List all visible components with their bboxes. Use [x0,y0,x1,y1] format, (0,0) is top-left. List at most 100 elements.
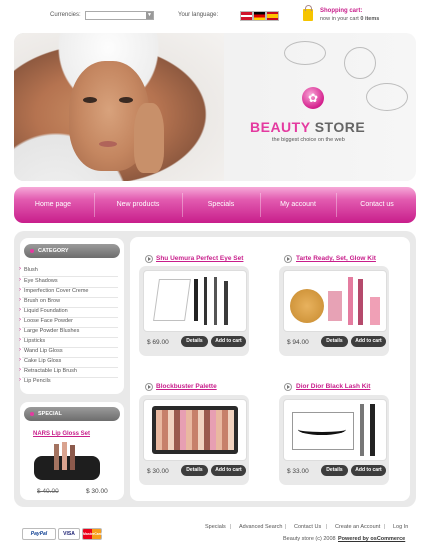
product-price: $ 94.00 [287,339,309,346]
add-to-cart-button[interactable]: Add to cart [351,465,386,476]
blush-tube [328,291,342,321]
special-title: SPECIAL [38,411,62,417]
details-button[interactable]: Details [181,336,208,347]
eye-right [119,97,133,103]
flag-uk-icon[interactable] [240,11,253,21]
brand-part-1: BEAUTY [250,119,311,135]
product-title[interactable]: Dior Dior Black Lash Kit [296,383,370,390]
cosmetic-bag [34,456,100,480]
nav-my-account[interactable]: My account [262,187,334,223]
eye-left [83,97,97,103]
powered-by-link[interactable]: Powered by osCommerce [338,536,405,542]
special-new-price: $ 30.00 [86,488,108,495]
footer-separator: | [384,524,386,530]
flag-germany-icon[interactable] [253,11,266,21]
category-link[interactable]: Cake Lip Gloss [19,357,61,364]
main-nav: Home page New products Specials My accou… [14,187,416,223]
store-logo-icon[interactable] [302,87,324,109]
special-product-image[interactable] [34,442,102,480]
lips [99,141,117,147]
footer-separator: | [230,524,232,530]
currency-select[interactable]: ▼ [85,11,154,20]
category-link[interactable]: Eye Shadows [19,277,58,284]
shopping-bag-icon[interactable] [303,5,313,21]
eye-pencil [214,277,217,325]
mascara [370,404,375,456]
nav-new-products[interactable]: New products [96,187,180,223]
category-link[interactable]: Loose Face Powder [19,317,73,324]
cart-text: now in your cart [320,16,361,22]
arrow-bullet-icon [145,383,153,391]
brand-part-2: STORE [314,119,366,135]
header-banner: BEAUTY STORE the biggest choice on the w… [14,33,416,181]
tagline: the biggest choice on the web [272,137,345,143]
product-price: $ 33.00 [287,468,309,475]
footer-link-specials[interactable]: Specials [205,524,226,530]
product-card: $ 94.00 Details Add to cart [279,266,389,356]
cart-summary: now in your cart 0 items [320,16,379,22]
product-title[interactable]: Shu Uemura Perfect Eye Set [156,255,243,262]
palette-shades [156,410,234,450]
category-link[interactable]: Wand Lip Gloss [19,347,63,354]
product-image[interactable] [283,399,387,461]
arrow-bullet-icon [284,255,292,263]
lip-gloss [62,442,67,470]
bullet-icon [30,249,34,253]
product-title[interactable]: Tarte Ready, Set, Glow Kit [296,255,376,262]
product-image[interactable] [143,270,247,332]
product-price: $ 30.00 [147,468,169,475]
add-to-cart-button[interactable]: Add to cart [211,465,246,476]
category-link[interactable]: Imperfection Cover Creme [19,287,88,294]
category-link[interactable]: Lipsticks [19,337,45,344]
nav-separator [260,193,261,217]
mascara [194,279,198,321]
details-button[interactable]: Details [181,465,208,476]
cart-title[interactable]: Shopping cart: [320,8,362,14]
footer-link-log-in[interactable]: Log In [393,524,408,530]
nav-separator [336,193,337,217]
category-header: CATEGORY [24,244,120,258]
add-to-cart-button[interactable]: Add to cart [351,336,386,347]
bullet-icon [30,412,34,416]
product-card: $ 30.00 Details Add to cart [139,395,249,485]
arrow-bullet-icon [284,383,292,391]
lip-gloss [70,445,75,470]
chevron-down-icon: ▼ [146,12,153,19]
category-link[interactable]: Blush [19,266,38,273]
currencies-label: Currencies: [50,12,81,18]
nav-home-page[interactable]: Home page [14,187,92,223]
special-product-link[interactable]: NARS Lip Gloss Set [33,431,90,437]
paypal-icon: PayPal [22,528,56,540]
product-image[interactable] [283,270,387,332]
category-link[interactable]: Retractable Lip Brush [19,367,77,374]
footer-separator: | [285,524,287,530]
mastercard-icon: MasterCard [82,528,102,540]
store-brand[interactable]: BEAUTY STORE [250,119,365,135]
footer-link-contact-us[interactable]: Contact Us [294,524,321,530]
product-card: $ 69.00 Details Add to cart [139,266,249,356]
product-image[interactable] [143,399,247,461]
category-link[interactable]: Liquid Foundation [19,307,68,314]
nav-specials[interactable]: Specials [184,187,258,223]
category-link[interactable]: Lip Pencils [19,377,51,384]
product-card: $ 33.00 Details Add to cart [279,395,389,485]
bottle [370,297,380,325]
footer-link-create-account[interactable]: Create an Account [335,524,380,530]
category-link[interactable]: Brush on Brow [19,297,60,304]
nav-contact-us[interactable]: Contact us [338,187,416,223]
mascara [360,404,364,456]
eye-pencil [204,277,207,325]
category-link[interactable]: Large Powder Blushes [19,327,79,334]
details-button[interactable]: Details [321,336,348,347]
product-title[interactable]: Blockbuster Palette [156,383,217,390]
swirl-ornament [344,47,376,79]
cart-count: 0 items [360,16,380,22]
footer-link-advanced-search[interactable]: Advanced Search [239,524,282,530]
details-button[interactable]: Details [321,465,348,476]
false-lashes [298,424,346,435]
visa-icon: VISA [58,528,80,540]
add-to-cart-button[interactable]: Add to cart [211,336,246,347]
footer-separator: | [326,524,328,530]
flag-spain-icon[interactable] [266,11,279,21]
category-title: CATEGORY [38,248,69,254]
